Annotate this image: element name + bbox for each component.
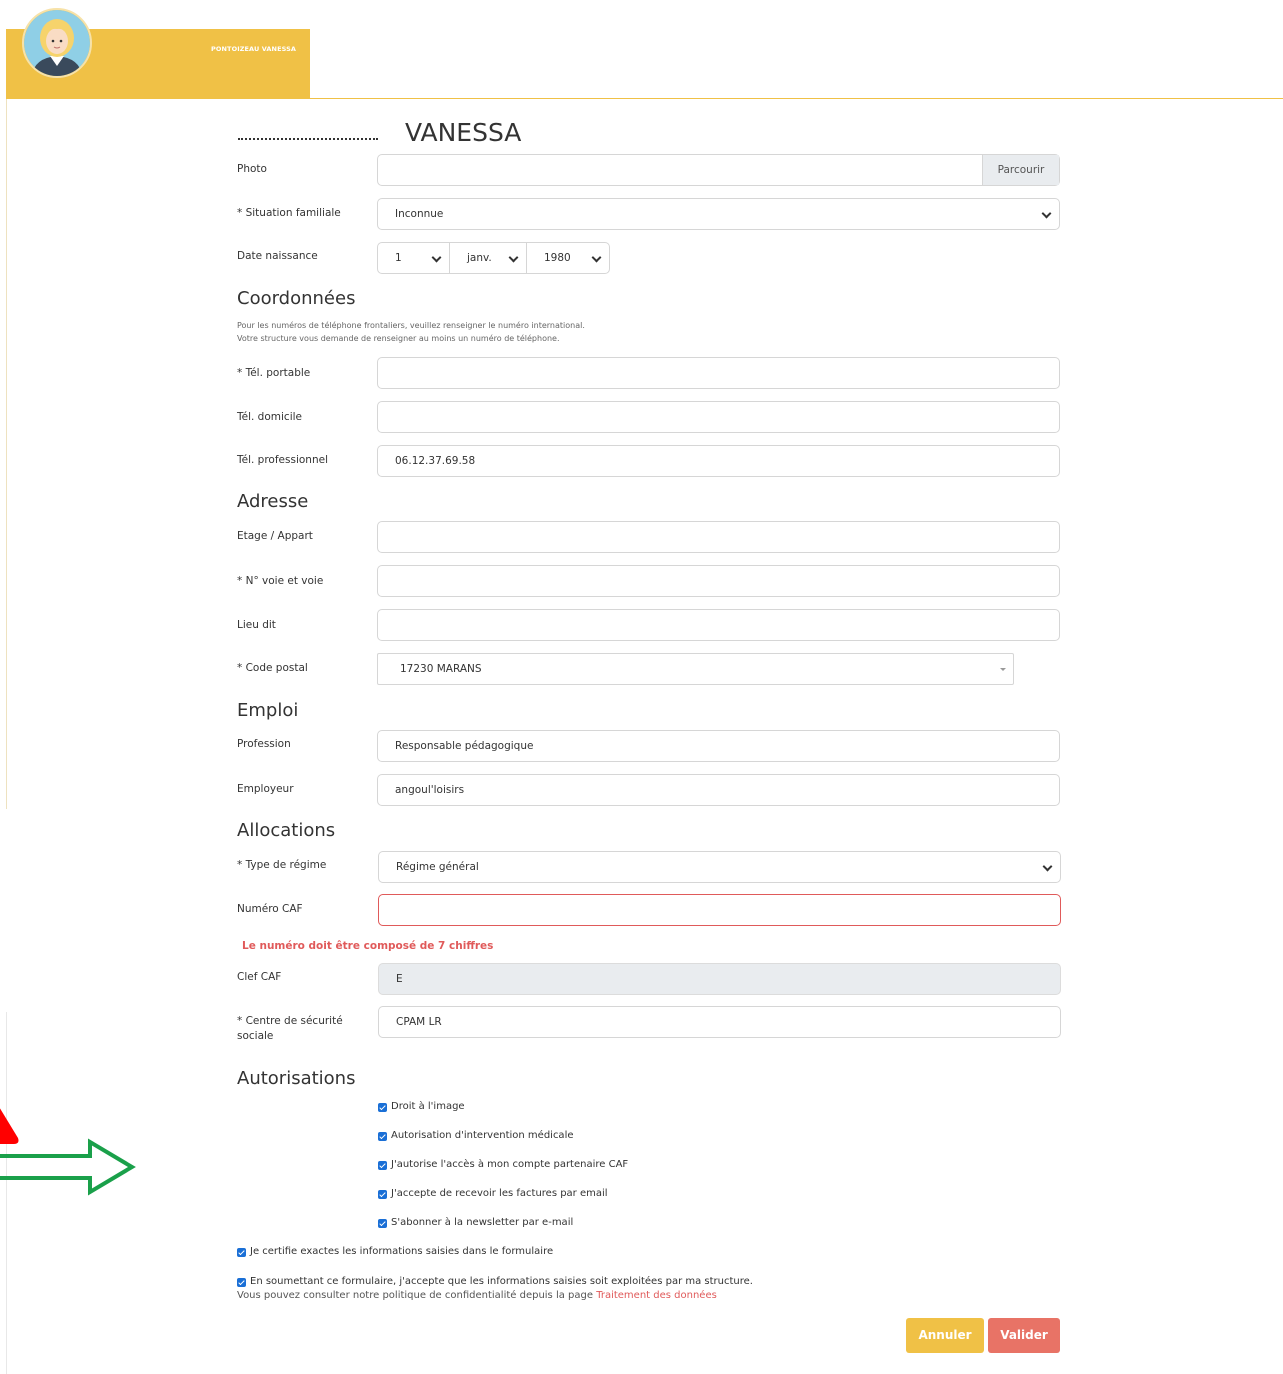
caf-number-label: Numéro CAF (237, 903, 303, 915)
floor-label: Etage / Appart (237, 530, 313, 542)
checkbox-checked-icon[interactable] (378, 1218, 387, 1228)
policy-text: Vous pouvez consulter notre politique de… (237, 1290, 597, 1301)
caf-error-message: Le numéro doit être composé de 7 chiffre… (242, 940, 494, 952)
caf-key-input: E (378, 963, 1061, 995)
birth-month-value: janv. (467, 252, 492, 264)
regime-label: * Type de régime (237, 859, 327, 871)
helper-line-2: Votre structure vous demande de renseign… (237, 334, 560, 343)
checkbox-checked-icon[interactable] (237, 1277, 246, 1287)
locality-input[interactable] (377, 609, 1060, 641)
situation-select[interactable]: Inconnue (377, 198, 1060, 230)
helper-line-1: Pour les numéros de téléphone frontalier… (237, 321, 585, 330)
header-username[interactable]: PONTOIZEAU VANESSA (211, 45, 296, 53)
profession-input[interactable]: Responsable pédagogique (377, 730, 1060, 762)
checkbox-label: Je certifie exactes les informations sai… (250, 1246, 554, 1257)
chevron-down-icon (1042, 861, 1053, 872)
checkbox-label: S'abonner à la newsletter par e-mail (391, 1217, 574, 1228)
home-phone-label: Tél. domicile (237, 411, 302, 423)
profession-label: Profession (237, 738, 291, 750)
birthdate-label: Date naissance (237, 250, 318, 262)
checkbox-medical[interactable]: Autorisation d'intervention médicale (378, 1129, 574, 1143)
privacy-policy-text: Vous pouvez consulter notre politique de… (237, 1290, 717, 1301)
employer-input[interactable]: angoul'loisirs (377, 774, 1060, 806)
checkbox-checked-icon[interactable] (378, 1189, 387, 1199)
checkbox-image-rights[interactable]: Droit à l'image (378, 1100, 465, 1114)
checkbox-label: Autorisation d'intervention médicale (391, 1130, 574, 1141)
chevron-down-icon (508, 252, 519, 263)
section-emploi: Emploi (237, 700, 299, 721)
checkbox-email-invoices[interactable]: J'accepte de recevoir les factures par e… (378, 1187, 608, 1201)
caf-number-input[interactable] (378, 894, 1061, 926)
postal-label: * Code postal (237, 662, 308, 674)
caf-key-label: Clef CAF (237, 971, 282, 983)
browse-button[interactable]: Parcourir (982, 155, 1059, 185)
cancel-button[interactable]: Annuler (906, 1318, 984, 1353)
section-adresse: Adresse (237, 491, 309, 512)
birth-day-select[interactable]: 1 (377, 242, 450, 274)
employer-label: Employeur (237, 783, 294, 795)
checkbox-certify[interactable]: Je certifie exactes les informations sai… (237, 1245, 553, 1259)
last-name-placeholder (238, 138, 378, 140)
chevron-down-icon (431, 252, 442, 263)
checkbox-label: J'autorise l'accès à mon compte partenai… (391, 1159, 629, 1170)
photo-file-input[interactable]: Parcourir (377, 154, 1060, 186)
locality-label: Lieu dit (237, 619, 276, 631)
chevron-down-icon (1041, 208, 1052, 219)
header-divider (6, 98, 1283, 99)
section-autorisations: Autorisations (237, 1068, 356, 1089)
chevron-down-icon (591, 252, 602, 263)
birth-year-select[interactable]: 1980 (526, 242, 610, 274)
checkbox-caf-access[interactable]: J'autorise l'accès à mon compte partenai… (378, 1158, 628, 1172)
floor-input[interactable] (377, 521, 1060, 553)
checkbox-checked-icon[interactable] (378, 1102, 387, 1112)
postal-select[interactable]: 17230 MARANS (377, 653, 1014, 685)
work-phone-input[interactable]: 06.12.37.69.58 (377, 445, 1060, 477)
social-security-label-line1: * Centre de sécurité (237, 1015, 343, 1027)
regime-value: Régime général (396, 861, 479, 873)
privacy-policy-link[interactable]: Traitement des données (596, 1290, 717, 1301)
social-security-label: * Centre de sécurité sociale (237, 1014, 343, 1044)
postal-value: 17230 MARANS (400, 663, 482, 675)
caret-down-icon (1000, 668, 1006, 671)
birth-month-select[interactable]: janv. (449, 242, 527, 274)
section-allocations: Allocations (237, 820, 336, 841)
checkbox-label: En soumettant ce formulaire, j'accepte q… (250, 1276, 753, 1287)
photo-label: Photo (237, 163, 267, 175)
situation-label: * Situation familiale (237, 207, 341, 219)
submit-button[interactable]: Valider (988, 1318, 1060, 1353)
checkbox-checked-icon[interactable] (378, 1131, 387, 1141)
birth-day-value: 1 (395, 252, 402, 264)
checkbox-newsletter[interactable]: S'abonner à la newsletter par e-mail (378, 1216, 573, 1230)
checkbox-checked-icon[interactable] (237, 1247, 246, 1257)
social-security-input[interactable]: CPAM LR (378, 1006, 1061, 1038)
checkbox-label: Droit à l'image (391, 1101, 465, 1112)
page-title: VANESSA (405, 118, 522, 147)
work-phone-label: Tél. professionnel (237, 454, 328, 466)
street-input[interactable] (377, 565, 1060, 597)
mobile-label: * Tél. portable (237, 367, 311, 379)
home-phone-input[interactable] (377, 401, 1060, 433)
section-coordonnees: Coordonnées (237, 288, 356, 309)
checkbox-consent[interactable]: En soumettant ce formulaire, j'accepte q… (237, 1275, 753, 1289)
birth-year-value: 1980 (544, 252, 571, 264)
checkbox-checked-icon[interactable] (378, 1160, 387, 1170)
checkbox-label: J'accepte de recevoir les factures par e… (391, 1188, 608, 1199)
left-border (6, 99, 7, 809)
user-avatar-icon[interactable] (22, 8, 92, 78)
mobile-input[interactable] (377, 357, 1060, 389)
regime-select[interactable]: Régime général (378, 851, 1061, 883)
phone-helper-text: Pour les numéros de téléphone frontalier… (237, 319, 585, 345)
social-security-label-line2: sociale (237, 1030, 274, 1042)
green-arrow-icon (0, 1138, 140, 1200)
street-label: * N° voie et voie (237, 575, 324, 587)
situation-value: Inconnue (395, 208, 444, 220)
